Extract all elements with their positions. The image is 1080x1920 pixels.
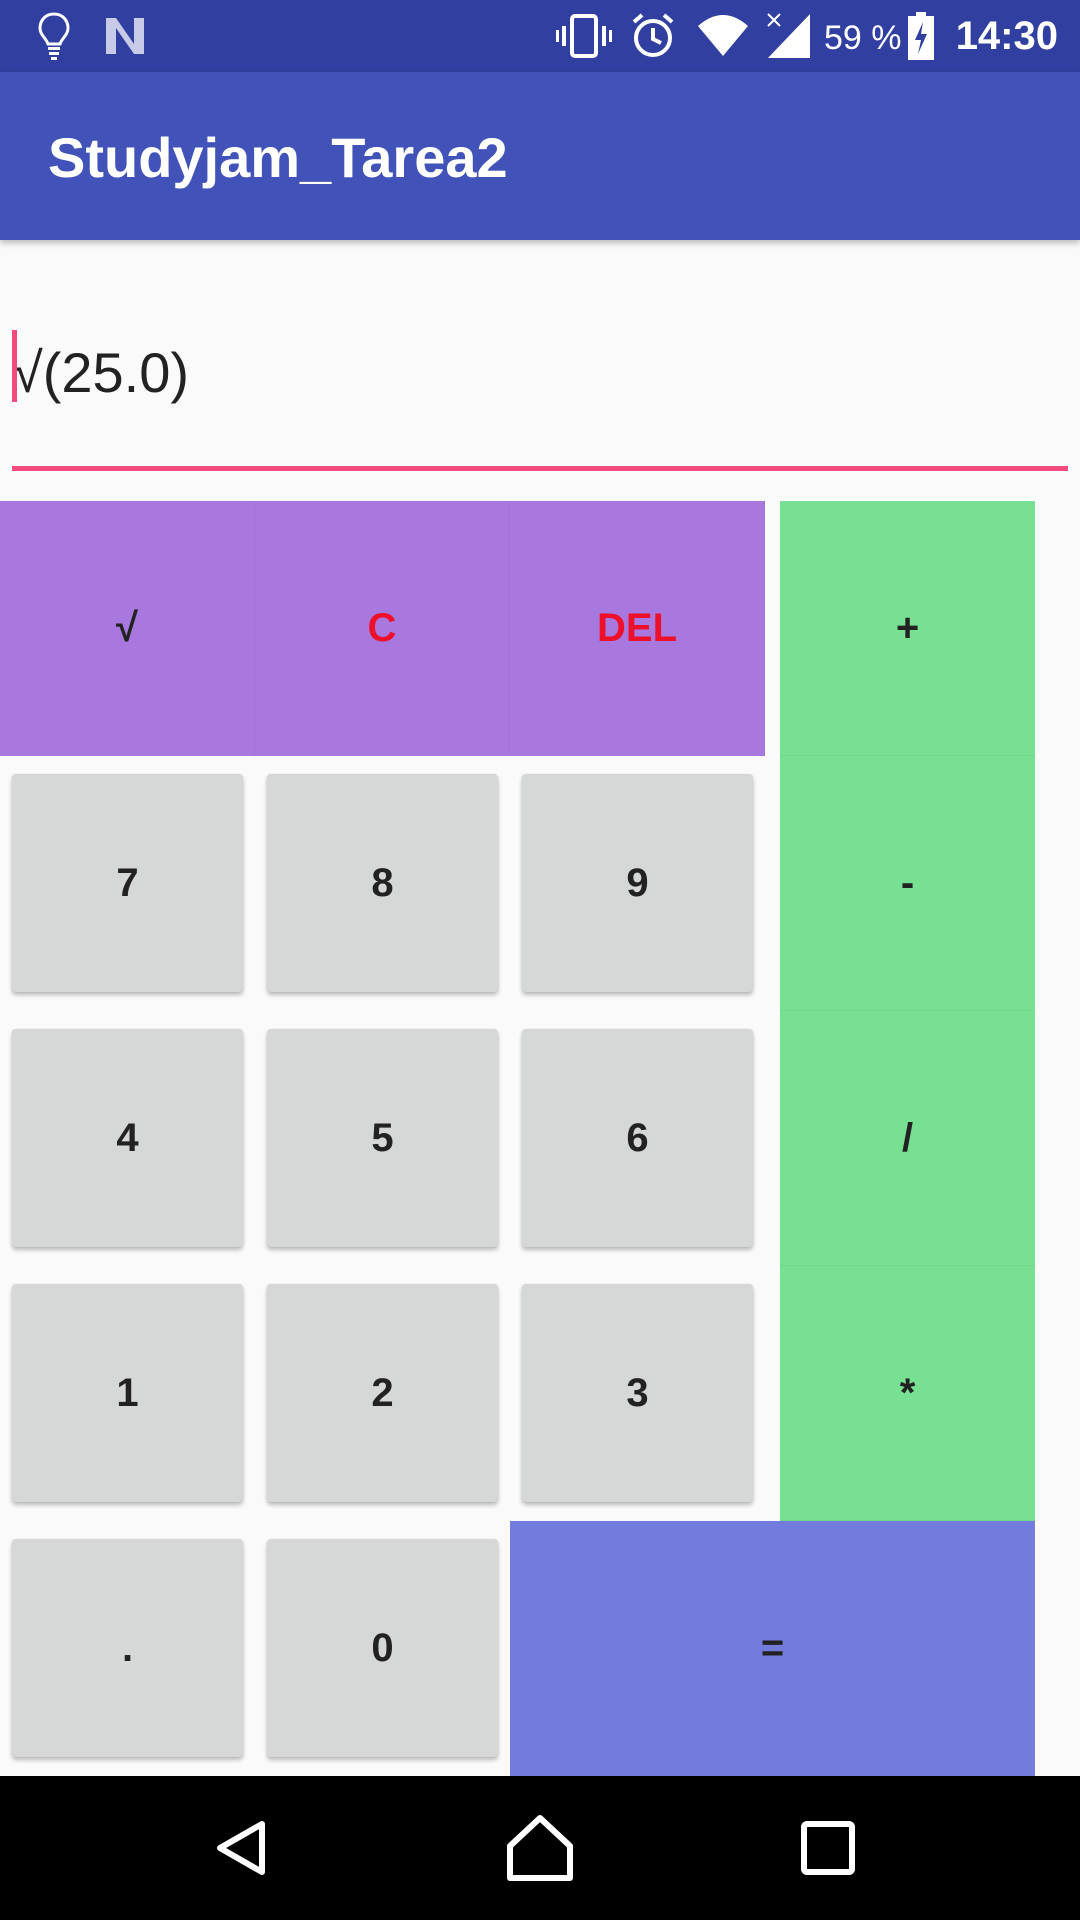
- input-underline: [12, 466, 1068, 471]
- digit-0-button[interactable]: 0: [267, 1539, 498, 1757]
- digit-7-button[interactable]: 7: [12, 774, 243, 992]
- digit-0-label: 0: [371, 1625, 394, 1670]
- digit-3-label: 3: [626, 1370, 649, 1415]
- wifi-icon: [698, 15, 748, 56]
- clear-label: C: [367, 606, 397, 650]
- display-input[interactable]: √(25.0): [12, 320, 1068, 480]
- equals-label: =: [760, 1626, 785, 1670]
- minus-button[interactable]: -: [780, 756, 1035, 1011]
- vibrate-icon: [556, 14, 612, 58]
- alarm-icon: [632, 13, 674, 57]
- recents-icon[interactable]: [786, 1806, 870, 1890]
- display-value: √(25.0): [12, 341, 190, 404]
- back-icon[interactable]: [198, 1806, 282, 1890]
- digit-5-label: 5: [371, 1115, 394, 1160]
- digit-2-button[interactable]: 2: [267, 1284, 498, 1502]
- decimal-point-label: .: [121, 1625, 134, 1670]
- digit-2-label: 2: [371, 1370, 394, 1415]
- digit-6-button[interactable]: 6: [522, 1029, 753, 1247]
- multiply-label: *: [899, 1370, 916, 1415]
- navigation-bar: [0, 1776, 1080, 1920]
- signal-icon: [766, 12, 810, 58]
- plus-label: +: [895, 605, 920, 650]
- sqrt-button[interactable]: √: [0, 501, 255, 756]
- multiply-button[interactable]: *: [780, 1266, 1035, 1521]
- status-bar: 59 % 14:30: [0, 0, 1080, 72]
- digit-7-label: 7: [116, 860, 139, 905]
- lightbulb-icon: [38, 12, 70, 60]
- digit-6-label: 6: [626, 1115, 649, 1160]
- digit-8-label: 8: [371, 860, 394, 905]
- divide-label: /: [901, 1115, 914, 1160]
- digit-3-button[interactable]: 3: [522, 1284, 753, 1502]
- divide-button[interactable]: /: [780, 1011, 1035, 1266]
- decimal-point-button[interactable]: .: [12, 1539, 243, 1757]
- digit-8-button[interactable]: 8: [267, 774, 498, 992]
- minus-label: -: [900, 860, 915, 905]
- home-icon[interactable]: [498, 1806, 582, 1890]
- app-bar: Studyjam_Tarea2: [0, 72, 1080, 240]
- digit-5-button[interactable]: 5: [267, 1029, 498, 1247]
- equals-button[interactable]: =: [510, 1521, 1035, 1776]
- battery-percent: 59 %: [824, 19, 902, 57]
- sqrt-label: √: [116, 606, 138, 650]
- digit-1-label: 1: [116, 1370, 139, 1415]
- plus-button[interactable]: +: [780, 501, 1035, 756]
- status-time: 14:30: [955, 14, 1058, 58]
- text-cursor: [12, 330, 17, 402]
- delete-label: DEL: [597, 606, 677, 650]
- app-title: Studyjam_Tarea2: [48, 126, 508, 189]
- n-logo-icon: [106, 18, 144, 54]
- battery-icon: [908, 12, 934, 60]
- delete-button[interactable]: DEL: [510, 501, 765, 756]
- digit-4-button[interactable]: 4: [12, 1029, 243, 1247]
- digit-9-button[interactable]: 9: [522, 774, 753, 992]
- digit-4-label: 4: [116, 1115, 139, 1160]
- digit-1-button[interactable]: 1: [12, 1284, 243, 1502]
- clear-button[interactable]: C: [255, 501, 510, 756]
- digit-9-label: 9: [626, 860, 649, 905]
